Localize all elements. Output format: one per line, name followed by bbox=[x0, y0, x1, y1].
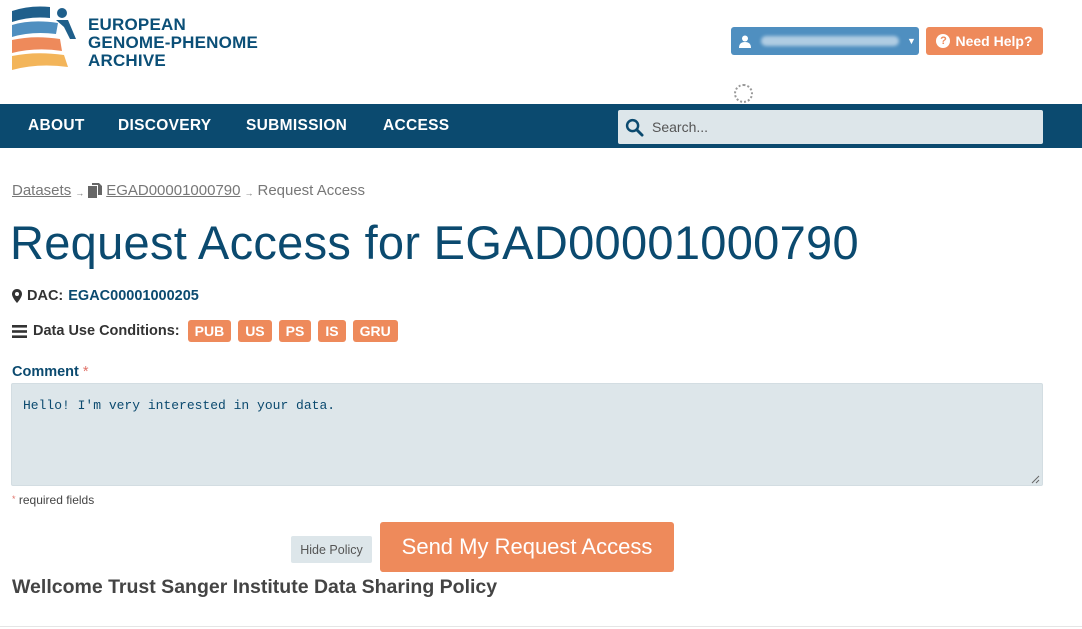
loading-spinner-icon bbox=[734, 84, 753, 103]
dac-label: DAC: bbox=[27, 288, 64, 304]
list-icon bbox=[12, 324, 27, 338]
required-fields-text: required fields bbox=[18, 493, 95, 507]
dac-value-link[interactable]: EGAC00001000205 bbox=[68, 288, 199, 304]
need-help-button[interactable]: ? Need Help? bbox=[926, 27, 1043, 55]
logo-line-1: EUROPEAN bbox=[88, 15, 186, 34]
nav-access[interactable]: ACCESS bbox=[383, 104, 449, 148]
breadcrumb-arrow-icon: → bbox=[75, 187, 85, 198]
map-marker-icon bbox=[12, 289, 22, 303]
nav-about[interactable]: ABOUT bbox=[28, 104, 85, 148]
data-use-tag[interactable]: PUB bbox=[187, 320, 232, 342]
user-menu-button[interactable]: ▼ bbox=[731, 27, 919, 55]
nav-discovery[interactable]: DISCOVERY bbox=[118, 104, 211, 148]
data-use-conditions-row: Data Use Conditions: PUB US PS IS GRU bbox=[12, 320, 405, 342]
need-help-label: Need Help? bbox=[955, 33, 1033, 49]
caret-down-icon: ▼ bbox=[907, 36, 916, 46]
breadcrumb-dataset-link[interactable]: EGAD00001000790 bbox=[106, 182, 240, 199]
required-marker: * bbox=[12, 494, 16, 504]
comment-label: Comment * bbox=[12, 364, 89, 380]
required-marker: * bbox=[82, 364, 89, 380]
data-use-tags: PUB US PS IS GRU bbox=[187, 320, 405, 342]
required-fields-note: * required fields bbox=[12, 493, 94, 507]
hide-policy-button[interactable]: Hide Policy bbox=[291, 536, 372, 563]
comment-label-text: Comment bbox=[12, 364, 79, 380]
breadcrumb-datasets-link[interactable]: Datasets bbox=[12, 182, 71, 199]
data-use-tag[interactable]: IS bbox=[318, 320, 346, 342]
user-email-redacted bbox=[761, 36, 899, 46]
files-icon bbox=[88, 183, 103, 198]
user-icon bbox=[739, 35, 751, 48]
resize-handle-icon[interactable] bbox=[1030, 474, 1040, 484]
breadcrumb-arrow-icon: → bbox=[244, 187, 254, 198]
data-use-tag[interactable]: US bbox=[238, 320, 272, 342]
search-input[interactable] bbox=[652, 119, 1032, 135]
nav-submission[interactable]: SUBMISSION bbox=[246, 104, 347, 148]
policy-title: Wellcome Trust Sanger Institute Data Sha… bbox=[12, 576, 498, 598]
dac-row: DAC: EGAC00001000205 bbox=[12, 288, 199, 304]
send-request-access-button[interactable]: Send My Request Access bbox=[380, 522, 674, 572]
data-use-tag[interactable]: GRU bbox=[352, 320, 398, 342]
site-header: EUROPEAN GENOME-PHENOME ARCHIVE ▼ ? Need… bbox=[0, 0, 1082, 104]
logo-line-2: GENOME-PHENOME bbox=[88, 33, 258, 52]
data-use-label: Data Use Conditions: bbox=[33, 323, 180, 339]
data-use-tag[interactable]: PS bbox=[278, 320, 312, 342]
comment-textarea[interactable]: Hello! I'm very interested in your data. bbox=[11, 383, 1043, 486]
logo-line-3: ARCHIVE bbox=[88, 51, 166, 70]
question-circle-icon: ? bbox=[936, 34, 951, 48]
search-icon bbox=[625, 118, 644, 137]
search-bar[interactable] bbox=[618, 110, 1043, 144]
logo-text[interactable]: EUROPEAN GENOME-PHENOME ARCHIVE bbox=[88, 16, 258, 70]
breadcrumb: Datasets → EGAD00001000790 → Request Acc… bbox=[12, 182, 365, 199]
ega-logo[interactable] bbox=[10, 5, 80, 79]
main-navbar: ABOUT DISCOVERY SUBMISSION ACCESS bbox=[0, 104, 1082, 148]
divider bbox=[0, 626, 1082, 627]
breadcrumb-current: Request Access bbox=[257, 182, 366, 199]
page-title: Request Access for EGAD00001000790 bbox=[10, 216, 859, 269]
